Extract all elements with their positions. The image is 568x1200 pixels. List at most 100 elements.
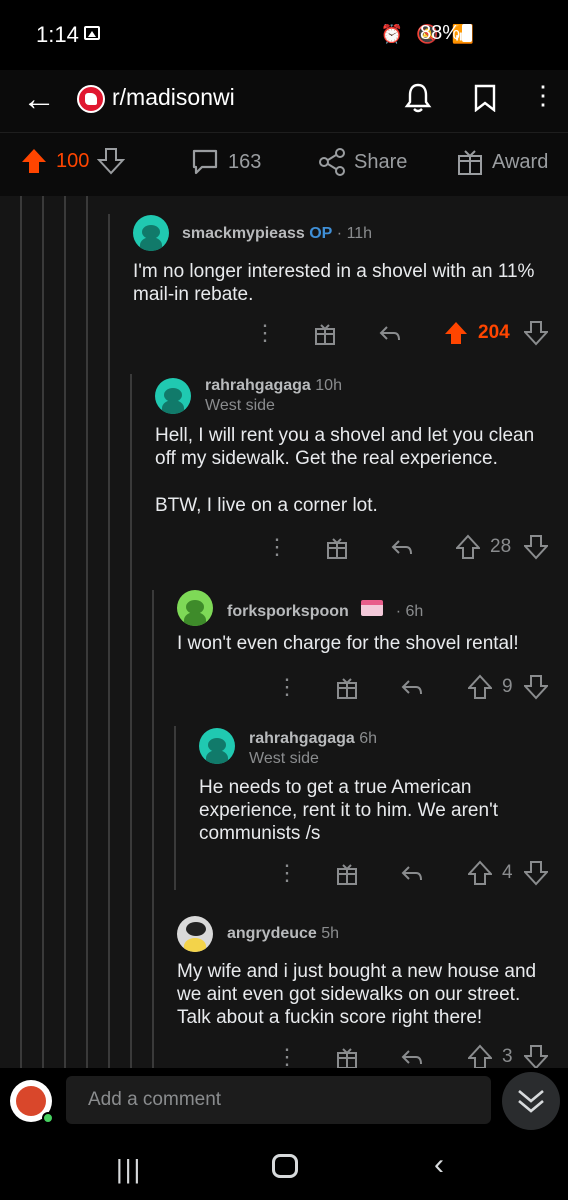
more-options-icon[interactable]: ⋮ (276, 674, 298, 700)
comment-age: 6h (359, 730, 378, 747)
comment: rahrahgagaga 10h West side Hell, I will … (0, 366, 568, 586)
comment-age: 10h (315, 377, 342, 394)
collapse-thread-button[interactable] (502, 1072, 560, 1130)
downvote-icon[interactable] (524, 534, 548, 560)
comment-thread: smackmypieass OP · 11h I'm no longer int… (0, 196, 568, 1068)
back-arrow-icon[interactable]: ← (22, 80, 56, 119)
avatar[interactable] (133, 215, 169, 251)
post-score: 100 (56, 149, 90, 172)
comment-body: I won't even charge for the shovel renta… (177, 633, 519, 654)
comment-score: 9 (502, 676, 513, 697)
recent-apps-icon[interactable]: ||| (116, 1154, 142, 1185)
award-button[interactable]: Award (456, 147, 548, 177)
gift-icon[interactable] (326, 536, 348, 560)
comment: forksporkspoon · 6h I won't even charge … (0, 586, 568, 716)
comment-meta: angrydeuce 5h (227, 925, 339, 943)
reply-icon[interactable] (400, 864, 424, 884)
username[interactable]: rahrahgagaga (205, 377, 311, 394)
bell-icon[interactable] (404, 82, 432, 114)
comment-count: 163 (228, 150, 262, 173)
image-notification-icon (84, 26, 100, 40)
downvote-icon[interactable] (524, 1044, 548, 1068)
upvote-icon[interactable] (456, 534, 480, 560)
comment-body: Hell, I will rent you a shovel and let y… (155, 425, 535, 469)
subreddit-title[interactable]: r/madisonwi (112, 84, 235, 111)
comment-composer: Add a comment (0, 1068, 568, 1134)
avatar[interactable] (155, 378, 191, 414)
comment-score: 28 (490, 536, 512, 557)
username[interactable]: smackmypieass (182, 225, 305, 242)
home-icon[interactable] (272, 1154, 298, 1178)
gift-icon[interactable] (336, 676, 358, 700)
share-button[interactable]: Share (318, 147, 407, 177)
username[interactable]: angrydeuce (227, 925, 317, 942)
comment-body: I'm no longer interested in a shovel wit… (133, 261, 535, 305)
reply-icon[interactable] (400, 1048, 424, 1068)
downvote-icon[interactable] (97, 147, 126, 175)
comment-score: 204 (478, 322, 510, 343)
more-options-icon[interactable]: ⋮ (254, 320, 276, 346)
comment-actions: ⋮ 4 (274, 860, 564, 890)
avatar[interactable] (199, 728, 235, 764)
reply-icon[interactable] (400, 678, 424, 698)
cake-day-icon (361, 600, 384, 616)
downvote-icon[interactable] (524, 674, 548, 700)
reply-icon[interactable] (378, 324, 402, 344)
comment-body: My wife and i just bought a new house an… (177, 961, 537, 1028)
share-icon (319, 148, 345, 176)
user-flair: West side (205, 397, 275, 414)
comment-actions: ⋮ 3 (274, 1044, 564, 1068)
avatar[interactable] (177, 590, 213, 626)
gift-icon (458, 150, 482, 175)
upvote-icon[interactable] (468, 860, 492, 886)
more-options-icon[interactable]: ⋮ (276, 860, 298, 886)
downvote-icon[interactable] (524, 320, 548, 346)
system-nav-bar: ||| ‹ (0, 1134, 568, 1200)
upvote-icon[interactable] (468, 674, 492, 700)
gift-icon[interactable] (336, 1046, 358, 1068)
battery-icon (462, 24, 472, 42)
comment-score: 3 (502, 1046, 513, 1067)
online-status-icon (42, 1112, 54, 1124)
comment-meta: forksporkspoon · 6h (227, 600, 423, 621)
comment-age: 5h (321, 925, 340, 942)
clock: 1:14 (36, 22, 79, 47)
comment-actions: ⋮ 9 (274, 674, 564, 704)
downvote-icon[interactable] (524, 860, 548, 886)
avatar[interactable] (177, 916, 213, 952)
gift-icon[interactable] (314, 322, 336, 346)
user-flair: West side (249, 750, 319, 767)
award-label: Award (492, 150, 549, 173)
upvote-icon[interactable] (444, 320, 468, 346)
status-bar: 1:14 ⏰ 🔕 📶 88% (0, 0, 568, 70)
post-action-bar: 100 163 Share Award (0, 132, 568, 196)
gift-icon[interactable] (336, 862, 358, 886)
comment-meta: rahrahgagaga 6h (249, 730, 377, 748)
subreddit-icon[interactable] (77, 85, 105, 113)
back-nav-icon[interactable]: ‹ (434, 1148, 444, 1182)
comment-actions: ⋮ 28 (262, 534, 562, 564)
more-options-icon[interactable]: ⋮ (276, 1044, 298, 1068)
comments-button[interactable]: 163 (190, 147, 261, 177)
upvote-icon[interactable] (20, 147, 48, 175)
comment-body-paragraph: BTW, I live on a corner lot. (155, 495, 378, 516)
comment-body: He needs to get a true American experien… (199, 777, 498, 844)
upvote-icon[interactable] (468, 1044, 492, 1068)
app-bar: ← r/madisonwi ⋮ (0, 70, 568, 132)
reply-icon[interactable] (390, 538, 414, 558)
bookmark-icon[interactable] (474, 84, 496, 112)
more-options-icon[interactable]: ⋮ (266, 534, 288, 560)
comment: rahrahgagaga 6h West side He needs to ge… (0, 716, 568, 896)
double-chevron-down-icon (518, 1090, 544, 1113)
post-vote: 100 (20, 147, 126, 175)
more-options-icon[interactable]: ⋮ (530, 80, 556, 111)
comment: angrydeuce 5h My wife and i just bought … (0, 896, 568, 1068)
username[interactable]: forksporkspoon (227, 603, 349, 620)
add-comment-input[interactable]: Add a comment (66, 1076, 491, 1124)
username[interactable]: rahrahgagaga (249, 730, 355, 747)
comment-actions: ⋮ 204 (250, 320, 560, 350)
comment-meta: rahrahgagaga 10h (205, 377, 342, 395)
battery-percent: 88% (420, 22, 461, 44)
comment-age: · 6h (395, 603, 424, 620)
comment-age: · 11h (336, 225, 373, 242)
